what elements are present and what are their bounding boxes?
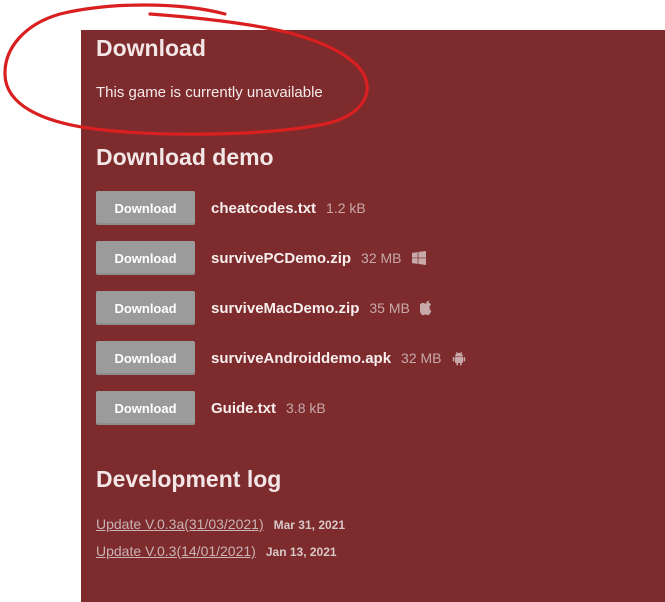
download-button[interactable]: Download bbox=[96, 291, 195, 325]
apple-icon bbox=[419, 300, 433, 316]
devlog-date: Mar 31, 2021 bbox=[273, 518, 346, 532]
download-button[interactable]: Download bbox=[96, 391, 195, 425]
devlog-link[interactable]: Update V.0.3a(31/03/2021) bbox=[96, 516, 264, 532]
file-size: 35 MB bbox=[369, 300, 410, 316]
download-button[interactable]: Download bbox=[96, 241, 195, 275]
file-name: survivePCDemo.zip bbox=[211, 249, 352, 267]
devlog-link[interactable]: Update V.0.3(14/01/2021) bbox=[96, 543, 256, 559]
file-size: 1.2 kB bbox=[326, 200, 366, 216]
file-row-guide: Download Guide.txt 3.8 kB bbox=[96, 391, 326, 425]
unavailable-message: This game is currently unavailable bbox=[96, 84, 323, 101]
download-heading: Download bbox=[96, 35, 206, 61]
android-icon bbox=[452, 351, 466, 366]
file-row-pc-demo: Download survivePCDemo.zip 32 MB bbox=[96, 241, 426, 275]
file-row-mac-demo: Download surviveMacDemo.zip 35 MB bbox=[96, 291, 433, 325]
windows-icon bbox=[411, 251, 426, 265]
download-button[interactable]: Download bbox=[96, 341, 195, 375]
devlog-entry: Update V.0.3a(31/03/2021) Mar 31, 2021 bbox=[96, 516, 345, 532]
file-row-cheatcodes: Download cheatcodes.txt 1.2 kB bbox=[96, 191, 366, 225]
file-size: 32 MB bbox=[361, 250, 402, 266]
file-name: cheatcodes.txt bbox=[211, 199, 317, 217]
file-row-android-demo: Download surviveAndroiddemo.apk 32 MB bbox=[96, 341, 466, 375]
devlog-entry: Update V.0.3(14/01/2021) Jan 13, 2021 bbox=[96, 543, 337, 559]
file-size: 32 MB bbox=[401, 350, 442, 366]
download-demo-heading: Download demo bbox=[96, 144, 274, 170]
file-name: surviveMacDemo.zip bbox=[211, 299, 360, 317]
file-name: surviveAndroiddemo.apk bbox=[211, 349, 392, 367]
download-button[interactable]: Download bbox=[96, 191, 195, 225]
file-size: 3.8 kB bbox=[286, 400, 326, 416]
devlog-date: Jan 13, 2021 bbox=[265, 545, 337, 559]
file-name: Guide.txt bbox=[211, 399, 277, 417]
development-log-heading: Development log bbox=[96, 466, 282, 492]
